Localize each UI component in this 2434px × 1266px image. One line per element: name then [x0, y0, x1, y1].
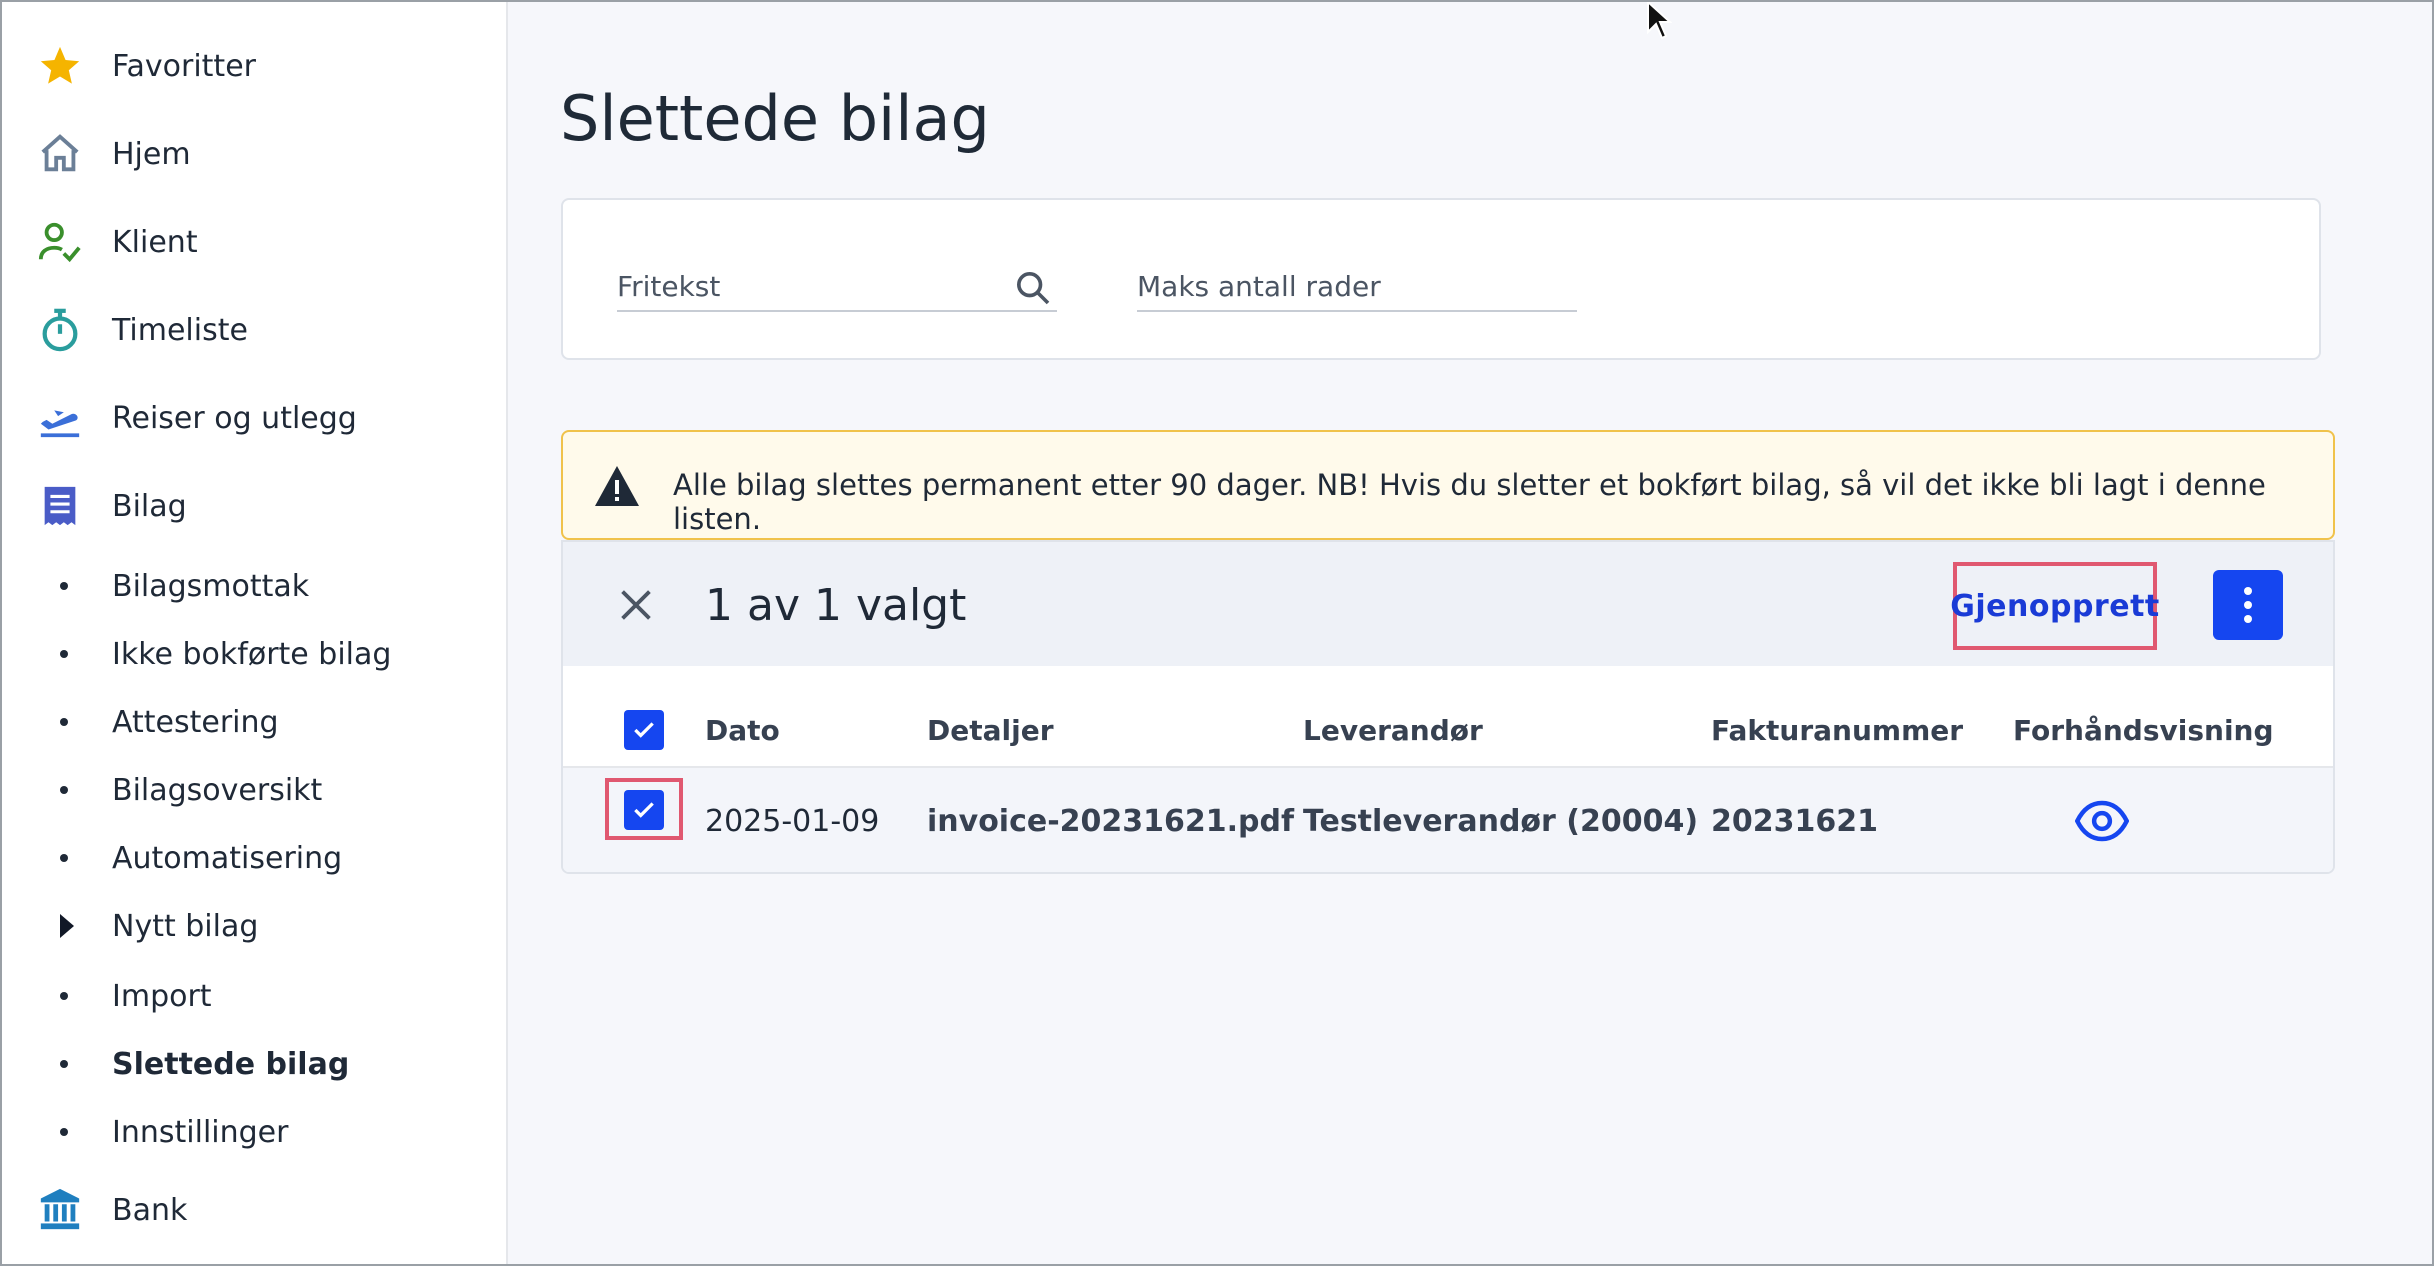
sidebar-item-bank[interactable]: Bank	[2, 1170, 508, 1250]
expand-triangle-icon[interactable]	[60, 914, 74, 938]
bullet	[60, 582, 68, 590]
stopwatch-icon	[36, 306, 84, 354]
page-title: Slettede bilag	[560, 82, 990, 155]
search-icon[interactable]	[1013, 268, 1053, 308]
sidebar-subitem-label: Innstillinger	[112, 1114, 289, 1150]
sidebar-item-favoritter[interactable]: Favoritter	[2, 26, 508, 106]
selection-bar: 1 av 1 valgt Gjenopprett	[563, 542, 2333, 666]
sidebar-item-hjem[interactable]: Hjem	[2, 114, 508, 194]
sidebar-subitem-label: Attestering	[112, 704, 279, 740]
column-header-fakturanummer[interactable]: Fakturanummer	[1711, 714, 1963, 747]
home-icon	[36, 130, 84, 178]
sidebar-subitem-nytt-bilag[interactable]: Nytt bilag	[2, 894, 508, 958]
select-all-checkbox[interactable]	[624, 710, 664, 750]
fritekst-label: Fritekst	[617, 270, 721, 303]
kebab-dot	[2244, 601, 2252, 609]
filter-card: Fritekst Maks antall rader	[561, 198, 2321, 360]
bullet	[60, 718, 68, 726]
results-table: 1 av 1 valgt Gjenopprett Dato Detaljer L…	[561, 540, 2335, 874]
sidebar-subitem-ikke-bokforte[interactable]: Ikke bokførte bilag	[2, 622, 508, 686]
sidebar-item-timeliste[interactable]: Timeliste	[2, 290, 508, 370]
sidebar-subitem-innstillinger[interactable]: Innstillinger	[2, 1100, 508, 1164]
more-options-button[interactable]	[2213, 570, 2283, 640]
receipt-icon	[36, 482, 84, 530]
bullet	[60, 650, 68, 658]
sidebar-subitem-automatisering[interactable]: Automatisering	[2, 826, 508, 890]
sidebar-item-label: Favoritter	[112, 48, 256, 84]
kebab-dot	[2244, 587, 2252, 595]
column-header-forhandsvisning[interactable]: Forhåndsvisning	[2013, 714, 2274, 747]
fritekst-input[interactable]: Fritekst	[617, 268, 1057, 312]
cell-dato: 2025-01-09	[705, 804, 880, 839]
star-icon	[36, 42, 84, 90]
mouse-cursor-icon	[1646, 0, 1673, 40]
bullet	[60, 854, 68, 862]
selection-count: 1 av 1 valgt	[705, 580, 967, 631]
alert-text: Alle bilag slettes permanent etter 90 da…	[673, 468, 2266, 536]
sidebar-subitem-attestering[interactable]: Attestering	[2, 690, 508, 754]
kebab-dot	[2244, 615, 2252, 623]
sidebar-subitem-label: Nytt bilag	[112, 908, 259, 944]
restore-button[interactable]: Gjenopprett	[1950, 562, 2159, 650]
cell-fakturanummer: 20231621	[1711, 804, 1878, 839]
table-row[interactable]: 2025-01-09 invoice-20231621.pdf Testleve…	[563, 766, 2333, 872]
maks-antall-rader-label: Maks antall rader	[1137, 270, 1381, 303]
close-icon[interactable]	[613, 582, 659, 628]
warning-triangle-icon	[593, 464, 641, 508]
client-check-icon	[36, 218, 84, 266]
sidebar-item-label: Reiser og utlegg	[112, 400, 357, 436]
sidebar-subitem-import[interactable]: Import	[2, 964, 508, 1028]
sidebar-subitem-bilagsmottak[interactable]: Bilagsmottak	[2, 554, 508, 618]
sidebar-item-label: Bilag	[112, 488, 187, 524]
cell-detaljer: invoice-20231621.pdf	[927, 804, 1295, 839]
sidebar-subitem-slettede-bilag[interactable]: Slettede bilag	[2, 1032, 508, 1096]
sidebar-item-label: Klient	[112, 224, 198, 260]
bullet	[60, 1060, 68, 1068]
sidebar: Favoritter Hjem Klient Timeliste Reiser …	[2, 2, 508, 1264]
column-header-dato[interactable]: Dato	[705, 714, 780, 747]
warning-alert: Alle bilag slettes permanent etter 90 da…	[561, 430, 2335, 540]
bank-icon	[36, 1186, 84, 1234]
column-header-leverandor[interactable]: Leverandør	[1303, 714, 1483, 747]
bullet	[60, 1128, 68, 1136]
sidebar-item-label: Bank	[112, 1192, 188, 1228]
row-checkbox[interactable]	[624, 790, 664, 830]
bullet	[60, 992, 68, 1000]
sidebar-item-reiser[interactable]: Reiser og utlegg	[2, 378, 508, 458]
sidebar-subitem-label: Automatisering	[112, 840, 343, 876]
bullet	[60, 786, 68, 794]
sidebar-subitem-bilagsoversikt[interactable]: Bilagsoversikt	[2, 758, 508, 822]
sidebar-subitem-label: Bilagsmottak	[112, 568, 310, 604]
sidebar-item-bilag[interactable]: Bilag	[2, 466, 508, 546]
plane-departure-icon	[36, 394, 84, 442]
sidebar-item-klient[interactable]: Klient	[2, 202, 508, 282]
cell-leverandor: Testleverandør (20004)	[1303, 804, 1699, 839]
eye-icon[interactable]	[2074, 798, 2130, 844]
sidebar-subitem-label: Slettede bilag	[112, 1046, 350, 1082]
column-header-detaljer[interactable]: Detaljer	[927, 714, 1054, 747]
maks-antall-rader-input[interactable]: Maks antall rader	[1137, 268, 1577, 312]
sidebar-subitem-label: Ikke bokførte bilag	[112, 636, 392, 672]
sidebar-item-label: Timeliste	[112, 312, 248, 348]
sidebar-item-label: Hjem	[112, 136, 191, 172]
sidebar-subitem-label: Import	[112, 978, 212, 1014]
sidebar-subitem-label: Bilagsoversikt	[112, 772, 323, 808]
